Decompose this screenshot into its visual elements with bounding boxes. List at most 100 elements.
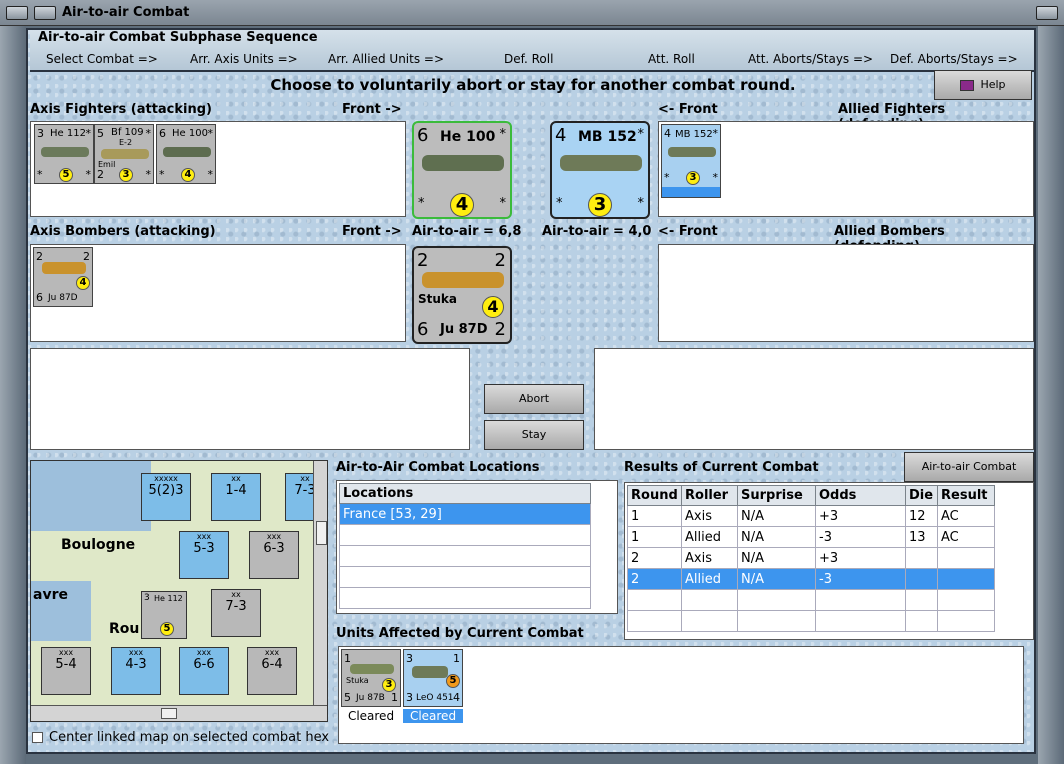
col-result: Result bbox=[937, 485, 995, 506]
map-label: Boulogne bbox=[61, 537, 136, 553]
counter-name: MB 152 bbox=[578, 129, 637, 145]
counter-value: 4 bbox=[453, 691, 460, 704]
map-unit[interactable]: xxx 6-3 bbox=[249, 531, 299, 579]
unit-value: 6-4 bbox=[261, 657, 283, 672]
counter-name: He 100 bbox=[440, 129, 496, 145]
cell: 2 bbox=[627, 547, 682, 569]
counter-value: 3 bbox=[406, 691, 413, 704]
axis-abort-box[interactable] bbox=[30, 348, 470, 450]
unit-symbol: xx bbox=[231, 590, 241, 599]
col-surprise: Surprise bbox=[737, 485, 816, 506]
allied-bombers-box[interactable] bbox=[658, 244, 1034, 342]
location-row[interactable]: France [53, 29] bbox=[339, 503, 591, 525]
affected-heading: Units Affected by Current Combat bbox=[336, 626, 584, 641]
abort-button[interactable]: Abort bbox=[484, 384, 584, 414]
step-select-combat: Select Combat => bbox=[46, 52, 158, 66]
map-unit[interactable]: xxx 6-6 bbox=[179, 647, 229, 695]
cell: Axis bbox=[681, 547, 738, 569]
counter-value: 2 bbox=[494, 250, 506, 271]
allied-abort-box[interactable] bbox=[594, 348, 1034, 450]
map-unit[interactable]: xx 7-3 bbox=[211, 589, 261, 637]
cell: -3 bbox=[815, 568, 906, 590]
table-row[interactable]: 1 Allied N/A -3 13 AC bbox=[627, 526, 995, 548]
window-resize-button[interactable] bbox=[34, 6, 56, 20]
title-bar: Air-to-air Combat bbox=[0, 0, 1064, 26]
axis-front-fighter[interactable]: 6 He 100 * * 4 * bbox=[412, 121, 512, 219]
close-button[interactable] bbox=[1036, 6, 1058, 20]
axis-fighters-label: Axis Fighters (attacking) bbox=[30, 102, 212, 117]
map-vertical-scrollbar[interactable] bbox=[313, 461, 327, 705]
unit-value: 5-4 bbox=[55, 657, 77, 672]
axis-fighters-box[interactable]: 3 He 112 * * 5 * 5 Bf 109 E-2 * Emil 2 3… bbox=[30, 121, 406, 217]
cell bbox=[905, 547, 938, 569]
center-map-checkbox[interactable] bbox=[32, 732, 43, 743]
affected-unit-counter[interactable]: 3 1 5 3 LeO 451 4 bbox=[403, 649, 463, 707]
locations-list[interactable]: Locations France [53, 29] bbox=[336, 480, 618, 614]
counter-value: * bbox=[207, 127, 214, 140]
counter-value: * bbox=[85, 168, 92, 181]
map-horizontal-scrollbar[interactable] bbox=[31, 705, 327, 721]
cell: N/A bbox=[737, 526, 816, 548]
allied-fighter-counter[interactable]: 4 MB 152 * * 3 * bbox=[661, 124, 721, 198]
stay-button[interactable]: Stay bbox=[484, 420, 584, 450]
step-def-roll: Def. Roll bbox=[504, 52, 554, 66]
center-map-option[interactable]: Center linked map on selected combat hex bbox=[32, 730, 329, 745]
counter-name: He 112 bbox=[154, 594, 183, 603]
help-button[interactable]: Help bbox=[934, 70, 1032, 100]
axis-fighter-counter[interactable]: 3 He 112 * * 5 * bbox=[34, 124, 94, 184]
help-label: Help bbox=[980, 78, 1006, 91]
window-menu-button[interactable] bbox=[6, 6, 28, 20]
axis-fighter-counter[interactable]: 5 Bf 109 E-2 * Emil 2 3 * bbox=[94, 124, 154, 184]
affected-unit-counter[interactable]: 1 Stuka 3 5 Ju 87B 1 bbox=[341, 649, 401, 707]
counter-value: * bbox=[499, 196, 507, 211]
counter-value: * bbox=[85, 127, 92, 140]
unit-status: Cleared bbox=[347, 709, 395, 723]
counter-value: 6 bbox=[36, 291, 43, 304]
token: 5 bbox=[59, 168, 73, 182]
map-stack[interactable]: 3 He 112 5 bbox=[141, 591, 187, 639]
counter-value: 5 bbox=[344, 691, 351, 704]
unit-value: 1-4 bbox=[225, 483, 247, 498]
right-border bbox=[1038, 26, 1064, 764]
token: 5 bbox=[446, 674, 460, 688]
map-unit[interactable]: xxx 4-3 bbox=[111, 647, 161, 695]
map-unit[interactable]: xxxxx 5(2)3 bbox=[141, 473, 191, 521]
scroll-thumb[interactable] bbox=[316, 521, 327, 545]
counter-value: * bbox=[159, 168, 165, 181]
unit-symbol: xxx bbox=[266, 532, 282, 541]
affected-units-box[interactable]: 1 Stuka 3 5 Ju 87B 1 Cleared 3 1 5 3 LeO… bbox=[338, 646, 1024, 744]
cell bbox=[937, 568, 995, 590]
map-unit[interactable]: xxx 5-3 bbox=[179, 531, 229, 579]
map-unit[interactable]: xxx 6-4 bbox=[247, 647, 297, 695]
plane-icon bbox=[41, 147, 89, 157]
scroll-thumb[interactable] bbox=[161, 708, 177, 719]
counter-value: * bbox=[712, 171, 719, 184]
map-unit[interactable]: xxx 5-4 bbox=[41, 647, 91, 695]
cell: Allied bbox=[681, 526, 738, 548]
table-row[interactable]: 2 Axis N/A +3 bbox=[627, 547, 995, 569]
mini-map[interactable]: Boulogne avre Rou xxxxx 5(2)3 xx 1-4 xx 7-3… bbox=[30, 460, 328, 722]
map-unit[interactable]: xx 1-4 bbox=[211, 473, 261, 521]
left-border bbox=[0, 26, 26, 764]
table-row[interactable]: 1 Axis N/A +3 12 AC bbox=[627, 505, 995, 527]
counter-subname: Stuka bbox=[346, 676, 369, 685]
axis-bombers-box[interactable]: 2 2 4 6 Ju 87D bbox=[30, 244, 406, 342]
unit-value: 6-6 bbox=[193, 657, 215, 672]
combat-chart-button[interactable]: Air-to-air Combat Chart bbox=[904, 452, 1034, 501]
center-map-label: Center linked map on selected combat hex bbox=[49, 730, 330, 745]
cell: 2 bbox=[627, 568, 682, 590]
results-table[interactable]: Round Roller Surprise Odds Die Result 1A… bbox=[624, 482, 1034, 640]
allied-front-fighter[interactable]: 4 MB 152 * * 3 * bbox=[550, 121, 650, 219]
axis-fighter-counter[interactable]: 6 He 100 * * 4 * bbox=[156, 124, 216, 184]
axis-bomber-counter[interactable]: 2 2 4 6 Ju 87D bbox=[33, 247, 93, 307]
counter-value: * bbox=[145, 168, 152, 181]
counter-value: 6 bbox=[159, 127, 166, 140]
counter-name: Ju 87D bbox=[440, 322, 488, 337]
table-row-selected[interactable]: 2 Allied N/A -3 bbox=[627, 568, 995, 590]
counter-value: 2 bbox=[417, 250, 429, 271]
sequence-heading: Air-to-air Combat Subphase Sequence bbox=[38, 30, 318, 45]
cell: N/A bbox=[737, 568, 816, 590]
counter-value: * bbox=[637, 196, 645, 211]
allied-fighters-box[interactable]: 4 MB 152 * * 3 * bbox=[658, 121, 1034, 217]
axis-front-bomber[interactable]: 2 2 Stuka 4 6 Ju 87D 2 bbox=[412, 246, 512, 344]
